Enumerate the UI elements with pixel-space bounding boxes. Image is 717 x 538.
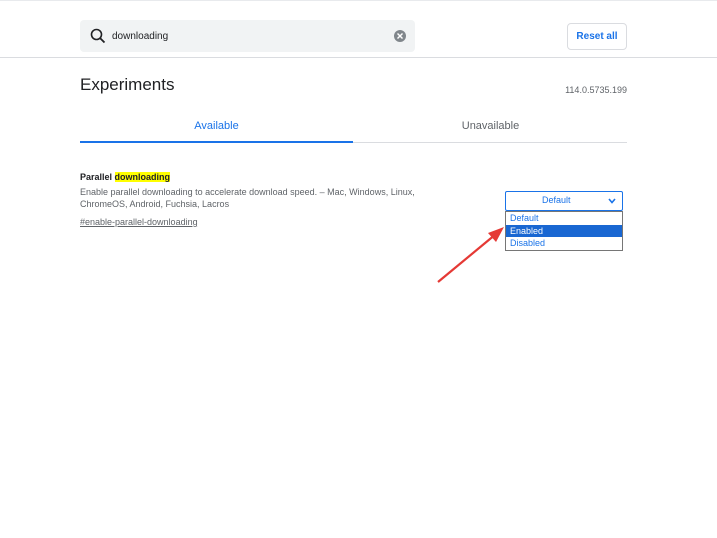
page-title: Experiments <box>80 75 175 94</box>
experiment-item: Parallel downloading Enable parallel dow… <box>80 171 480 230</box>
experiment-description: Enable parallel downloading to accelerat… <box>80 186 470 210</box>
experiment-state-select[interactable]: Default <box>505 191 623 211</box>
clear-search-icon[interactable] <box>393 29 407 43</box>
tab-unavailable[interactable]: Unavailable <box>354 110 627 142</box>
description-line-2: ChromeOS, Android, Fuchsia, Lacros <box>80 199 230 209</box>
option-enabled[interactable]: Enabled <box>506 224 622 238</box>
version-label: 114.0.5735.199 <box>565 85 627 95</box>
option-default[interactable]: Default <box>506 212 622 225</box>
tab-bar: Available Unavailable <box>80 110 627 143</box>
description-line-1: Enable parallel downloading to accelerat… <box>80 187 415 197</box>
search-box[interactable] <box>80 20 415 52</box>
experiment-title: Parallel downloading <box>80 171 480 183</box>
experiment-title-prefix: Parallel <box>80 172 115 182</box>
search-match-highlight: downloading <box>114 172 171 182</box>
tab-available[interactable]: Available <box>80 110 353 143</box>
reset-all-button[interactable]: Reset all <box>567 23 627 50</box>
annotation-arrow-icon <box>437 227 504 283</box>
chevron-down-icon <box>608 198 616 204</box>
select-current-value: Default <box>542 195 571 205</box>
top-toolbar: Reset all <box>0 0 717 58</box>
select-options-list: Default Enabled Disabled <box>505 211 623 251</box>
search-icon <box>90 28 106 44</box>
experiment-permalink[interactable]: #enable-parallel-downloading <box>80 216 198 228</box>
option-disabled[interactable]: Disabled <box>506 237 622 250</box>
search-input[interactable] <box>112 27 382 45</box>
